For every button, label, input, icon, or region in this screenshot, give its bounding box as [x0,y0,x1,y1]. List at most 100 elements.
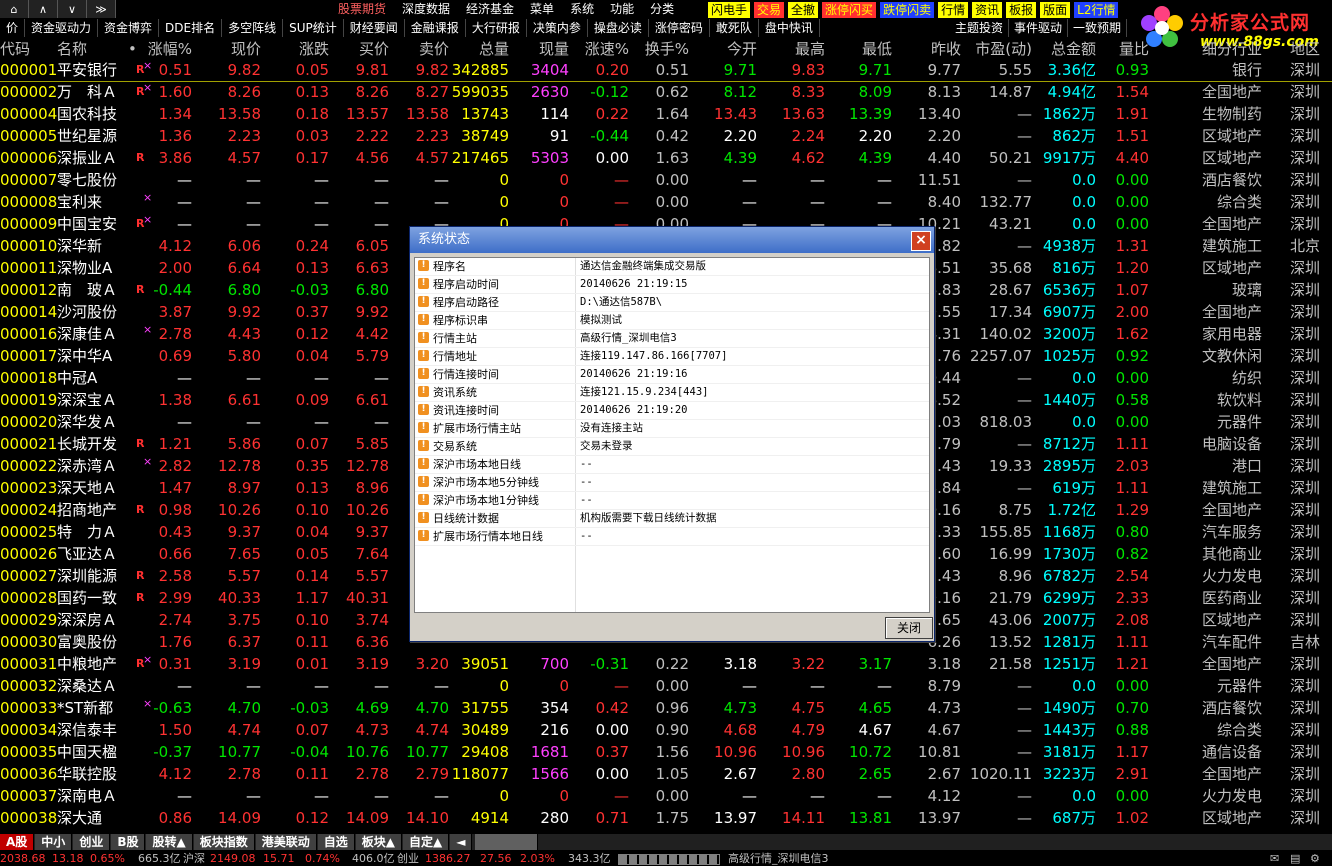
status-list-row[interactable]: ! 资讯系统 连接121.15.9.234[443] [415,384,929,402]
quick-button[interactable]: 版面 [1039,1,1072,19]
header-diff[interactable]: 涨跌 [299,38,329,60]
scroll-left-icon[interactable]: ◄ [450,834,473,850]
info-menu-item[interactable]: 资金博弈 [98,19,160,37]
quick-button[interactable]: 资讯 [971,1,1004,19]
header-vol[interactable]: 总量 [479,38,509,60]
settings-icon[interactable]: ⚙ [1310,851,1320,866]
header-spd[interactable]: 涨速% [585,38,629,60]
table-row[interactable]: 000033 *ST新都 × -0.63 4.70 -0.03 4.69 4.70 31755 3… [0,697,1332,719]
info-menu-item[interactable]: 操盘必读 [588,19,649,37]
market-tab[interactable]: 自定▲ [403,834,450,850]
header-buy[interactable]: 买价 [359,38,389,60]
up-arrow-icon[interactable]: ∧ [29,0,58,18]
status-list-row[interactable]: ! 行情连接时间 20140626 21:19:16 [415,366,929,384]
status-list-row[interactable]: ! 程序启动时间 20140626 21:19:15 [415,276,929,294]
header-open[interactable]: 今开 [727,38,757,60]
down-arrow-icon[interactable]: ∨ [58,0,87,18]
status-list-row[interactable]: ! 深沪市场本地5分钟线 -- [415,474,929,492]
quick-button[interactable]: 跌停闪卖 [879,1,936,19]
research-menu-item[interactable]: 事件驱动 [1009,19,1069,37]
market-tab[interactable]: 港美联动 [255,834,317,850]
status-list-row[interactable]: ! 程序标识串 模拟测试 [415,312,929,330]
info-menu-item[interactable]: 盘中快讯 [759,19,820,37]
table-row[interactable]: 000035 中国天楹 -0.37 10.77 -0.04 10.76 10.77 29408… [0,741,1332,763]
quick-button[interactable]: 板报 [1005,1,1038,19]
market-tab[interactable]: 创业 [73,834,111,850]
info-menu-item[interactable]: SUP统计 [283,19,344,37]
quick-button[interactable]: 行情 [937,1,970,19]
mail-icon[interactable]: ✉ [1270,851,1279,866]
status-list-row[interactable]: ! 日线统计数据 机构版需要下载日线统计数据 [415,510,929,528]
header-high[interactable]: 最高 [795,38,825,60]
header-industry[interactable]: 细分行业 [1202,38,1262,60]
menu-item[interactable]: 系统 [562,0,602,18]
status-list-row[interactable]: ! 行情主站 高级行情_深圳电信3 [415,330,929,348]
expand-icon[interactable]: ≫ [87,0,116,18]
header-price[interactable]: 现价 [231,38,261,60]
status-list-row[interactable]: ! 扩展市场行情主站 没有连接主站 [415,420,929,438]
market-tab[interactable]: 中小 [35,834,73,850]
info-menu-item[interactable]: 涨停密码 [649,19,710,37]
info-menu-item[interactable]: 价 [0,19,26,37]
home-icon[interactable]: ⌂ [0,0,29,18]
table-row[interactable]: 000031 中粮地产 R × 0.31 3.19 0.01 3.19 3.20 39051 700… [0,653,1332,675]
header-low[interactable]: 最低 [862,38,892,60]
info-menu-item[interactable]: 多空阵线 [222,19,284,37]
status-list-row[interactable]: ! 深沪市场本地1分钟线 -- [415,492,929,510]
header-code[interactable]: 代码 [0,38,30,60]
status-list-row[interactable]: ! 程序启动路径 D:\通达信587B\ [415,294,929,312]
header-chg[interactable]: 涨幅% [148,38,192,60]
close-icon[interactable]: × [911,231,931,251]
quick-button[interactable]: 闪电手 [707,1,752,19]
table-row[interactable]: 000001 平安银行 R × 0.51 9.82 0.05 9.81 9.82 342885 34… [0,59,1332,81]
header-dot[interactable]: • [128,38,137,60]
table-row[interactable]: 000005 世纪星源 1.36 2.23 0.03 2.22 2.23 38749 91 -0.… [0,125,1332,147]
table-row[interactable]: 000006 深振业Ａ R 3.86 4.57 0.17 4.56 4.57 217465 530… [0,147,1332,169]
header-name[interactable]: 名称 [57,38,87,60]
table-row[interactable]: 000038 深大通 0.86 14.09 0.12 14.09 14.10 4914 280 0… [0,807,1332,829]
research-menu-item[interactable]: 一致预期 [1068,19,1128,37]
info-menu-item[interactable]: 敢死队 [710,19,759,37]
header-region[interactable]: 地区 [1290,38,1320,60]
table-row[interactable]: 000034 深信泰丰 1.50 4.74 0.07 4.73 4.74 30489 216 0.… [0,719,1332,741]
header-turn[interactable]: 换手% [645,38,689,60]
table-row[interactable]: 000036 华联控股 4.12 2.78 0.11 2.78 2.79 118077 1566… [0,763,1332,785]
header-ratio[interactable]: 量比 [1119,38,1149,60]
market-tab[interactable]: 股转▲ [146,834,193,850]
info-menu-item[interactable]: 决策内参 [527,19,588,37]
table-row[interactable]: 000004 国农科技 1.34 13.58 0.18 13.57 13.58 13743 11… [0,103,1332,125]
info-menu-item[interactable]: 资金驱动力 [25,19,99,37]
market-tab[interactable]: A股 [0,834,35,850]
table-row[interactable]: 000007 零七股份 — — — — — 0 0 — 0.00 — — — 11.51 — 0.0 0.00 酒店… [0,169,1332,191]
quick-button[interactable]: 涨停闪买 [821,1,878,19]
menu-item[interactable]: 分类 [642,0,682,18]
market-tab[interactable]: B股 [111,834,146,850]
info-menu-item[interactable]: 大行研报 [466,19,527,37]
status-list-row[interactable]: ! 程序名 通达信金融终端集成交易版 [415,258,929,276]
menu-item[interactable]: 菜单 [522,0,562,18]
research-menu-item[interactable]: 主题投资 [950,19,1010,37]
header-cur[interactable]: 现量 [539,38,569,60]
market-tab[interactable]: 板块▲ [355,834,402,850]
quick-button[interactable]: 全撤 [787,1,820,19]
tray-icon[interactable]: ▤ [1290,851,1300,866]
menu-item[interactable]: 股票期货 [330,0,394,18]
header-sell[interactable]: 卖价 [419,38,449,60]
status-list-row[interactable]: ! 深沪市场本地日线 -- [415,456,929,474]
status-list-row[interactable]: ! 资讯连接时间 20140626 21:19:20 [415,402,929,420]
menu-item[interactable]: 经济基金 [458,0,522,18]
market-tab[interactable]: 板块指数 [193,834,255,850]
menu-item[interactable]: 深度数据 [394,0,458,18]
status-list-row[interactable]: ! 扩展市场行情本地日线 -- [415,528,929,546]
info-menu-item[interactable]: 财经要闻 [344,19,405,37]
market-tab[interactable]: 自选 [317,834,355,850]
quick-button[interactable]: 交易 [753,1,786,19]
menu-item[interactable]: 功能 [602,0,642,18]
tab-scrollbar[interactable] [475,834,539,850]
header-amt[interactable]: 总金额 [1051,38,1096,60]
table-row[interactable]: 000037 深南电Ａ — — — — — 0 0 — 0.00 — — — 4.12 — 0.0 0.00 火力发… [0,785,1332,807]
status-list-row[interactable]: ! 交易系统 交易未登录 [415,438,929,456]
table-row[interactable]: 000002 万 科Ａ R × 1.60 8.26 0.13 8.26 8.27 599035 26… [0,81,1332,103]
header-prev[interactable]: 昨收 [931,38,961,60]
quick-button[interactable]: L2行情 [1073,1,1120,19]
